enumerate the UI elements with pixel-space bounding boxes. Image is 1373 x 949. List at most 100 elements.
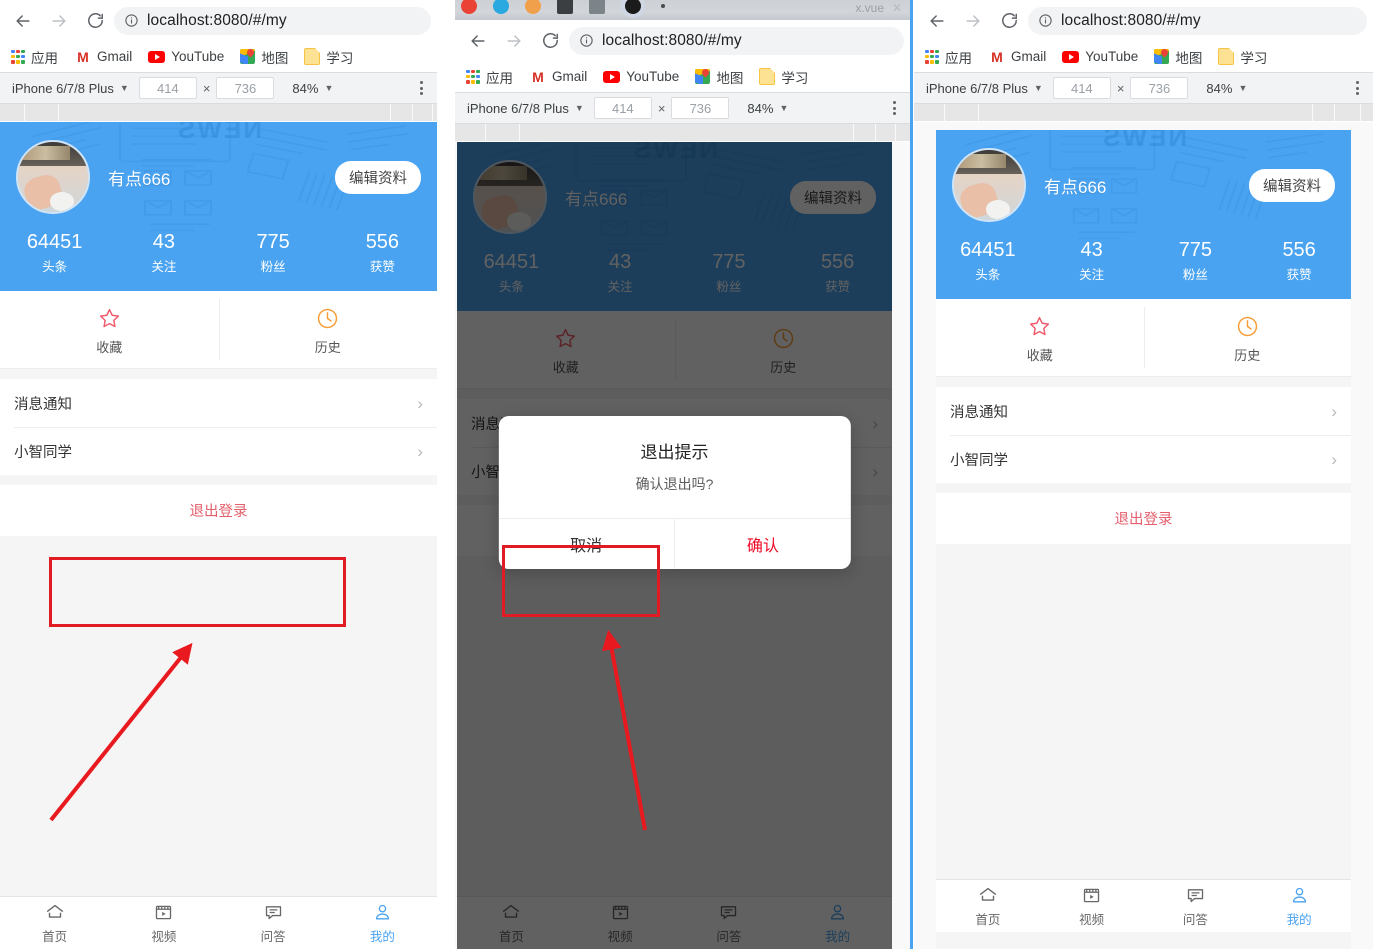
- bookmark-study[interactable]: 学习: [1211, 45, 1274, 69]
- cell-xiaozhi[interactable]: 小智同学 ›: [936, 435, 1351, 483]
- kebab-menu-icon[interactable]: [885, 101, 904, 115]
- stat-item[interactable]: 775 粉丝: [1144, 238, 1248, 283]
- profile-header: NEWS 有点666 编辑资料 64451 头条: [936, 130, 1351, 299]
- grid-item-favorites[interactable]: 收藏: [936, 299, 1144, 376]
- bookmark-apps[interactable]: 应用: [4, 45, 65, 69]
- forward-button[interactable]: [956, 4, 990, 38]
- edit-profile-button[interactable]: 编辑资料: [1249, 168, 1335, 202]
- favicon[interactable]: [557, 0, 573, 14]
- bookmarks-bar-1: 应用 M Gmail YouTube 地图 学习: [0, 41, 437, 73]
- favicon[interactable]: [621, 0, 645, 18]
- logout-button[interactable]: 退出登录: [936, 493, 1351, 544]
- device-selector[interactable]: iPhone 6/7/8 Plus ▼: [461, 101, 590, 116]
- favicon[interactable]: [493, 0, 509, 14]
- address-bar[interactable]: localhost:8080/#/my: [569, 26, 904, 55]
- address-bar[interactable]: localhost:8080/#/my: [114, 6, 431, 35]
- dialog-confirm-button[interactable]: 确认: [674, 519, 851, 569]
- bookmark-study[interactable]: 学习: [297, 45, 360, 69]
- stat-item[interactable]: 43 关注: [109, 230, 218, 275]
- tab-mine[interactable]: 我的: [328, 897, 437, 949]
- browser-window-3: localhost:8080/#/my 应用 M Gmail YouTube 地…: [910, 0, 1373, 949]
- favicon[interactable]: [461, 0, 477, 14]
- kebab-menu-icon[interactable]: [1348, 81, 1367, 95]
- stat-value: 43: [1080, 239, 1103, 261]
- cell-label: 小智同学: [14, 444, 72, 461]
- device-height-input[interactable]: 736: [671, 97, 730, 119]
- stat-item[interactable]: 64451 头条: [936, 238, 1040, 283]
- device-height-input[interactable]: 736: [1130, 77, 1189, 99]
- cell-message-notification[interactable]: 消息通知 ›: [936, 387, 1351, 435]
- device-width-input[interactable]: 414: [1052, 77, 1111, 99]
- tab-mine[interactable]: 我的: [1247, 880, 1351, 932]
- favicon[interactable]: [661, 4, 665, 8]
- grid-item-favorites[interactable]: 收藏: [0, 291, 219, 368]
- logout-button[interactable]: 退出登录: [0, 485, 437, 536]
- reload-button[interactable]: [78, 4, 112, 38]
- tab-qa[interactable]: 问答: [1144, 880, 1248, 932]
- device-viewport-1: NEWS 有点666 编辑资料 64451 头条 43 关注 775 粉丝 55…: [0, 122, 437, 949]
- chevron-right-icon: ›: [417, 393, 423, 413]
- tab-video[interactable]: 视频: [109, 897, 218, 949]
- device-selector[interactable]: iPhone 6/7/8 Plus ▼: [6, 81, 135, 96]
- tab-home[interactable]: 首页: [0, 897, 109, 949]
- tab-qa[interactable]: 问答: [219, 897, 328, 949]
- close-icon[interactable]: ✕: [892, 1, 902, 15]
- reload-button[interactable]: [992, 4, 1026, 38]
- stat-item[interactable]: 43 关注: [1040, 238, 1144, 283]
- bookmark-gmail[interactable]: M Gmail: [67, 47, 139, 66]
- stat-value: 556: [365, 231, 400, 253]
- chevron-right-icon: ›: [1331, 401, 1337, 421]
- grid-item-history[interactable]: 历史: [1143, 299, 1352, 376]
- youtube-icon: [603, 70, 621, 83]
- back-button[interactable]: [920, 4, 954, 38]
- edit-profile-button[interactable]: 编辑资料: [335, 160, 421, 194]
- google-maps-icon: [1154, 49, 1170, 64]
- bookmark-apps[interactable]: 应用: [918, 45, 979, 69]
- bookmark-study[interactable]: 学习: [752, 65, 815, 89]
- favicon[interactable]: [525, 0, 541, 14]
- cell-message-notification[interactable]: 消息通知 ›: [0, 379, 437, 427]
- zoom-selector[interactable]: 84% ▼: [278, 81, 347, 96]
- device-width-input[interactable]: 414: [138, 77, 197, 99]
- forward-button[interactable]: [42, 4, 76, 38]
- device-width-input[interactable]: 414: [593, 97, 652, 119]
- device-height-input[interactable]: 736: [216, 77, 275, 99]
- bookmark-youtube[interactable]: YouTube: [596, 67, 686, 86]
- bookmark-maps[interactable]: 地图: [688, 65, 750, 89]
- back-button[interactable]: [6, 4, 40, 38]
- bookmark-label: 地图: [1175, 50, 1203, 66]
- tab-title[interactable]: x.vue: [855, 1, 884, 15]
- bookmark-maps[interactable]: 地图: [233, 45, 295, 69]
- bookmark-youtube[interactable]: YouTube: [1055, 47, 1145, 66]
- tab-video[interactable]: 视频: [1040, 880, 1144, 932]
- bookmark-gmail[interactable]: M Gmail: [981, 47, 1053, 66]
- device-selector[interactable]: iPhone 6/7/8 Plus ▼: [920, 81, 1049, 96]
- bookmark-gmail[interactable]: M Gmail: [522, 67, 594, 86]
- cell-xiaozhi[interactable]: 小智同学 ›: [0, 427, 437, 475]
- avatar[interactable]: [952, 148, 1026, 222]
- dialog-cancel-button[interactable]: 取消: [498, 519, 674, 569]
- grid-item-history[interactable]: 历史: [218, 291, 438, 368]
- favicon[interactable]: [589, 0, 605, 14]
- stat-label: 关注: [151, 260, 177, 274]
- stat-item[interactable]: 775 粉丝: [219, 230, 328, 275]
- back-button[interactable]: [461, 24, 495, 58]
- zoom-selector[interactable]: 84% ▼: [1192, 81, 1261, 96]
- stat-item[interactable]: 556 获赞: [1247, 238, 1351, 283]
- google-maps-icon: [695, 69, 711, 84]
- zoom-selector[interactable]: 84% ▼: [733, 101, 802, 116]
- reload-button[interactable]: [533, 24, 567, 58]
- stat-item[interactable]: 556 获赞: [328, 230, 437, 275]
- stat-item[interactable]: 64451 头条: [0, 230, 109, 275]
- section-gap: [0, 475, 437, 485]
- bookmark-apps[interactable]: 应用: [459, 65, 520, 89]
- bookmark-maps[interactable]: 地图: [1147, 45, 1209, 69]
- kebab-menu-icon[interactable]: [412, 81, 431, 95]
- forward-button[interactable]: [497, 24, 531, 58]
- bookmark-youtube[interactable]: YouTube: [141, 47, 231, 66]
- avatar[interactable]: [16, 140, 90, 214]
- dialog-actions: 取消 确认: [498, 518, 851, 569]
- screenshot-stage: localhost:8080/#/my 应用 M Gmail YouTube 地…: [0, 0, 1373, 949]
- tab-home[interactable]: 首页: [936, 880, 1040, 932]
- address-bar[interactable]: localhost:8080/#/my: [1028, 6, 1367, 35]
